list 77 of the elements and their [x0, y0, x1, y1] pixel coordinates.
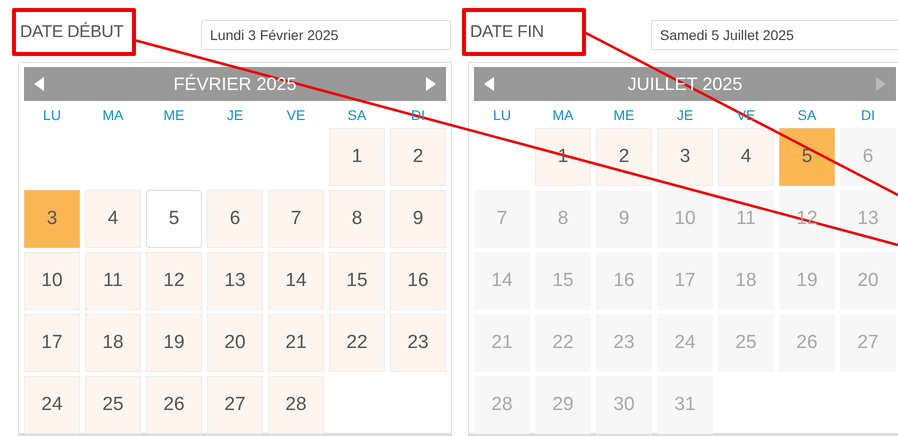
weekday-label: SA	[348, 106, 366, 122]
day-cell: 15	[535, 252, 591, 310]
day-cell: 7	[474, 190, 530, 248]
day-cell[interactable]: 6	[207, 190, 263, 248]
day-cell[interactable]: 22	[329, 314, 385, 372]
weekday-label: JE	[226, 106, 244, 122]
day-cell: 27	[840, 314, 896, 372]
day-cell[interactable]: 3	[24, 190, 80, 248]
day-cell: 11	[718, 190, 774, 248]
day-cell: 25	[718, 314, 774, 372]
weekday-label: SA	[798, 106, 816, 122]
previous-month-icon[interactable]	[34, 77, 44, 91]
day-cell: 26	[779, 314, 835, 372]
day-cell[interactable]: 4	[85, 190, 141, 248]
month-title: FÉVRIER 2025	[173, 74, 297, 94]
field-label: DATE DÉBUT	[20, 22, 124, 42]
day-cell[interactable]: 14	[268, 252, 324, 310]
weekday-label: MA	[552, 106, 574, 122]
day-cell[interactable]: 2	[596, 128, 652, 186]
day-cell[interactable]: 5	[146, 190, 202, 248]
day-cell: 14	[474, 252, 530, 310]
day-cell: 6	[840, 128, 896, 186]
day-cell[interactable]: 17	[24, 314, 80, 372]
day-cell: 21	[474, 314, 530, 372]
weekday-label: VE	[286, 106, 306, 122]
day-cell[interactable]: 26	[146, 376, 202, 434]
weekday-label: LU	[43, 106, 61, 122]
day-cell[interactable]: 13	[207, 252, 263, 310]
day-cell[interactable]: 4	[718, 128, 774, 186]
day-cell: 8	[535, 190, 591, 248]
day-cell: 30	[596, 376, 652, 434]
day-cell: 10	[657, 190, 713, 248]
day-cell: 22	[535, 314, 591, 372]
day-cell[interactable]: 10	[24, 252, 80, 310]
day-cell: 19	[779, 252, 835, 310]
weekday-label: MA	[102, 106, 124, 122]
weekday-label: ME	[164, 106, 184, 122]
day-cell[interactable]: 5	[779, 128, 835, 186]
day-cell: 9	[596, 190, 652, 248]
day-cell: 20	[840, 252, 896, 310]
day-cell[interactable]: 8	[329, 190, 385, 248]
day-cell[interactable]: 1	[329, 128, 385, 186]
day-cell[interactable]: 25	[85, 376, 141, 434]
day-cell[interactable]: 18	[85, 314, 141, 372]
day-cell[interactable]: 11	[85, 252, 141, 310]
day-cell: 28	[474, 376, 530, 434]
day-cell: 23	[596, 314, 652, 372]
weekday-label: ME	[614, 106, 634, 122]
day-cell: 31	[657, 376, 713, 434]
day-cell: 24	[657, 314, 713, 372]
field-label: DATE FIN	[470, 22, 544, 42]
day-cell: 16	[596, 252, 652, 310]
day-cell[interactable]: 3	[657, 128, 713, 186]
day-cell[interactable]: 24	[24, 376, 80, 434]
day-cell[interactable]: 27	[207, 376, 263, 434]
day-cell: 18	[718, 252, 774, 310]
day-cell: 13	[840, 190, 896, 248]
day-cell: 17	[657, 252, 713, 310]
day-cell[interactable]: 12	[146, 252, 202, 310]
day-cell[interactable]: 2	[390, 128, 446, 186]
day-cell[interactable]: 20	[207, 314, 263, 372]
day-cell[interactable]: 23	[390, 314, 446, 372]
day-cell: 29	[535, 376, 591, 434]
day-cell[interactable]: 16	[390, 252, 446, 310]
weekday-label: DI	[861, 106, 875, 122]
day-cell[interactable]: 7	[268, 190, 324, 248]
day-cell[interactable]: 15	[329, 252, 385, 310]
date-field[interactable]: Lundi 3 Février 2025	[201, 20, 451, 50]
date-field[interactable]: Samedi 5 Juillet 2025	[651, 20, 898, 50]
day-cell[interactable]: 21	[268, 314, 324, 372]
day-cell[interactable]: 9	[390, 190, 446, 248]
weekday-label: LU	[493, 106, 511, 122]
day-cell[interactable]: 28	[268, 376, 324, 434]
weekday-label: JE	[676, 106, 694, 122]
next-month-icon[interactable]	[426, 77, 436, 91]
day-cell[interactable]: 19	[146, 314, 202, 372]
previous-month-icon[interactable]	[484, 77, 494, 91]
